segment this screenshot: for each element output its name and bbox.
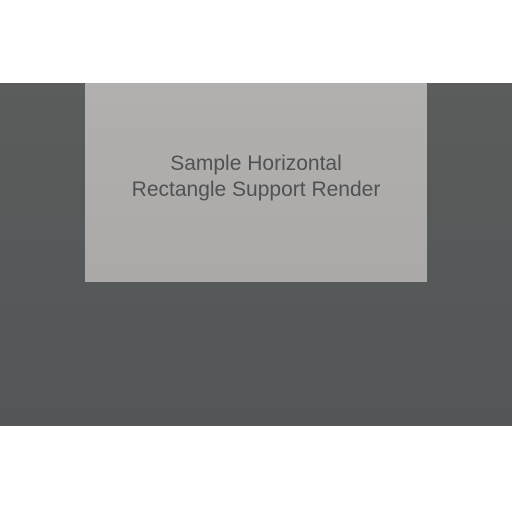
render-canvas: Sample Horizontal Rectangle Support Rend… [0,83,512,426]
caption-line-1: Sample Horizontal [170,152,342,175]
sample-panel: Sample Horizontal Rectangle Support Rend… [85,83,427,282]
caption-line-2: Rectangle Support Render [131,178,381,201]
page: Sample Horizontal Rectangle Support Rend… [0,0,512,512]
panel-caption: Sample Horizontal Rectangle Support Rend… [85,151,427,203]
